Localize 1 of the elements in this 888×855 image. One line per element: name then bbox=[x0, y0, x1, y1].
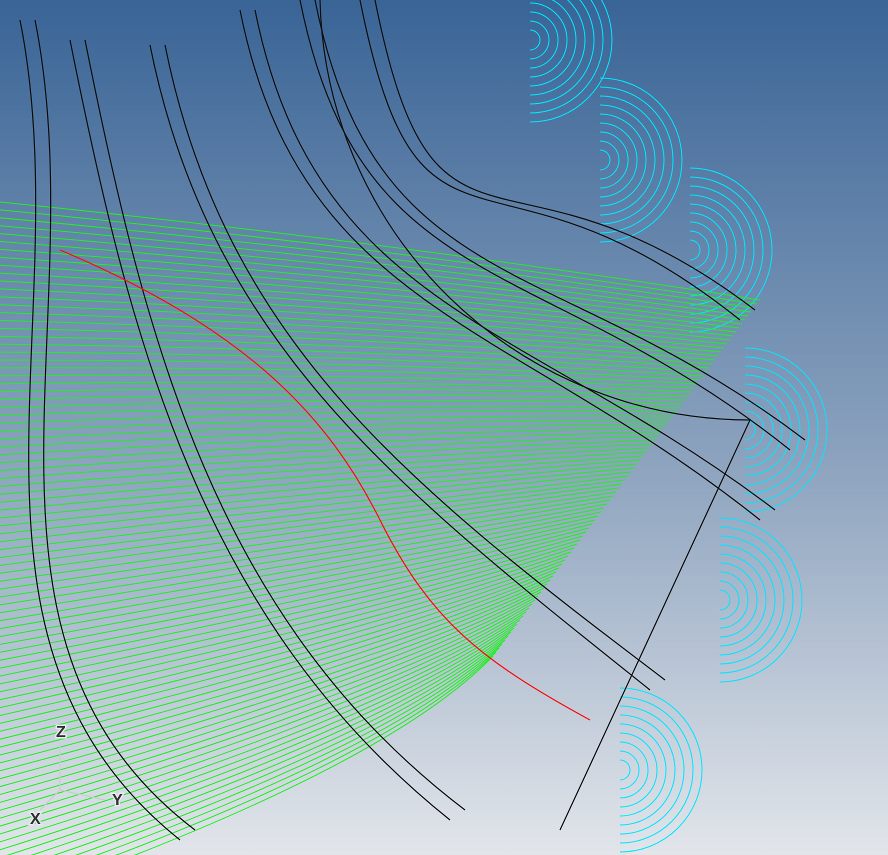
axis-triad-icon bbox=[40, 745, 106, 810]
